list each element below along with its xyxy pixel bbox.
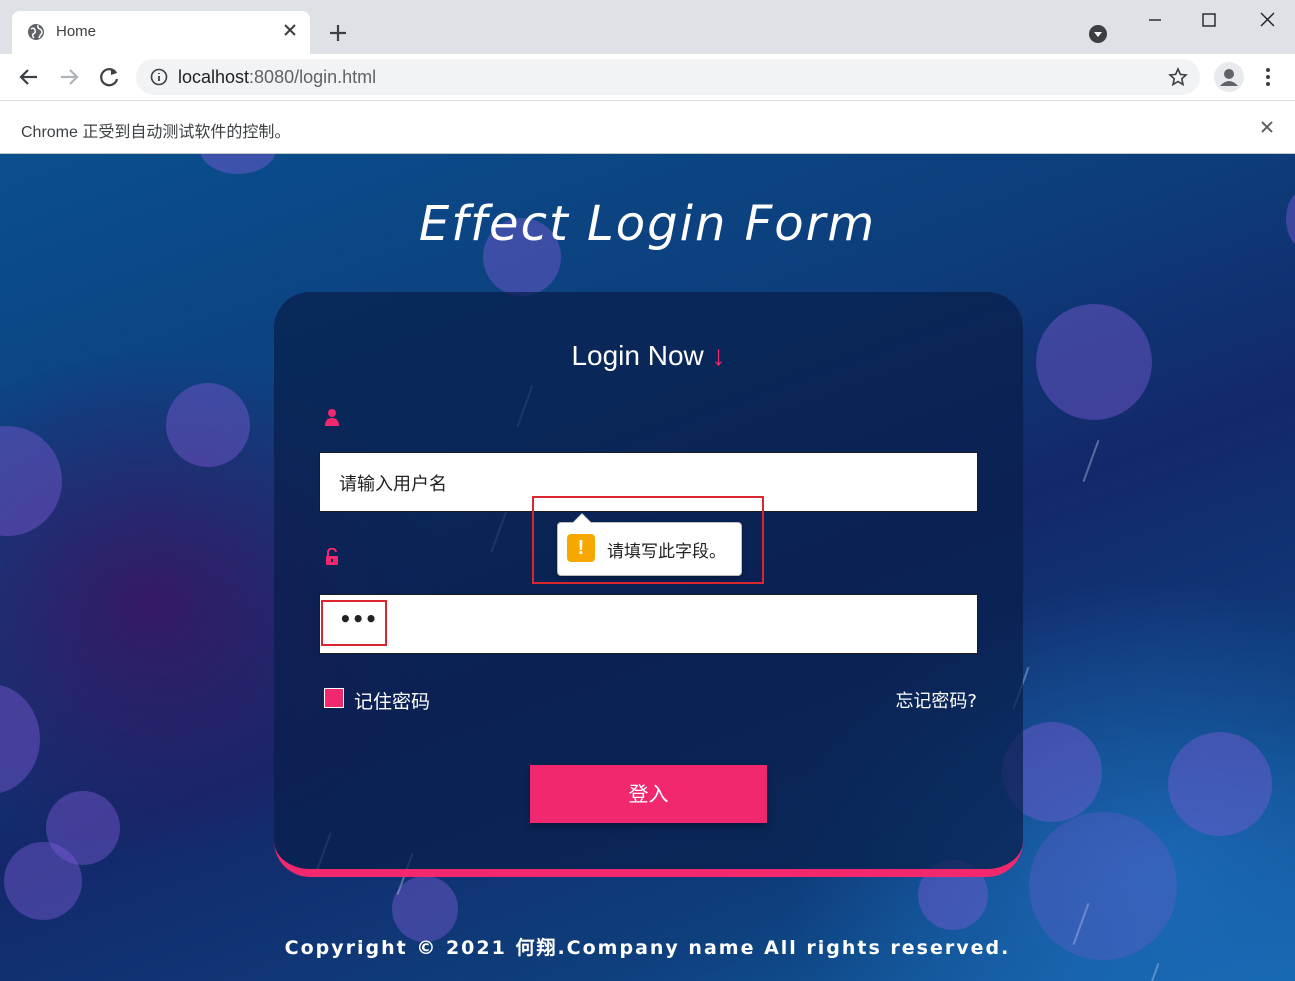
decorative-streak xyxy=(1142,962,1160,981)
address-bar[interactable]: localhost:8080/login.html xyxy=(136,59,1200,95)
browser-tab[interactable]: Home xyxy=(12,11,310,54)
site-info-icon[interactable] xyxy=(150,68,168,86)
browser-toolbar: localhost:8080/login.html xyxy=(0,54,1295,100)
page-title: Effect Login Form xyxy=(418,196,877,252)
decorative-bubble xyxy=(1168,732,1272,836)
close-window-icon[interactable] xyxy=(1252,8,1282,32)
tab-title: Home xyxy=(56,23,97,40)
highlight-box-password xyxy=(321,600,387,646)
card-title: Login Now ↓ xyxy=(274,340,1023,372)
footer-copyright: Copyright © 2021 何翔.Company name All rig… xyxy=(284,937,1011,959)
user-icon xyxy=(325,409,339,426)
close-tab-icon[interactable] xyxy=(282,22,298,38)
bookmark-star-icon[interactable] xyxy=(1168,67,1188,87)
decorative-bubble xyxy=(0,684,40,794)
new-tab-icon[interactable] xyxy=(327,22,349,44)
profile-avatar[interactable] xyxy=(1214,62,1244,92)
forgot-password-link[interactable]: 忘记密码? xyxy=(895,687,977,713)
login-page: Effect Login Form Login Now ↓ 请输入用户名 •••… xyxy=(0,154,1295,981)
remember-checkbox[interactable] xyxy=(324,688,344,708)
username-placeholder: 请输入用户名 xyxy=(339,474,447,495)
url-text: localhost:8080/login.html xyxy=(178,67,376,88)
forward-icon[interactable] xyxy=(56,64,82,90)
unlock-icon xyxy=(326,548,338,565)
url-path: :8080/login.html xyxy=(249,67,377,87)
card-title-text: Login Now xyxy=(571,340,704,371)
url-host: localhost xyxy=(178,67,250,87)
password-input[interactable]: ••• xyxy=(319,594,978,654)
reload-icon[interactable] xyxy=(96,64,122,90)
tab-strip: Home xyxy=(0,0,1295,54)
decorative-bubble xyxy=(1036,304,1152,420)
globe-icon xyxy=(28,24,44,40)
automation-infobar: Chrome 正受到自动测试软件的控制。 xyxy=(0,100,1295,154)
login-card: Login Now ↓ 请输入用户名 ••• ! 请填写此字段。 记住密码 忘记… xyxy=(274,292,1023,877)
decorative-bubble xyxy=(0,426,62,536)
highlight-box-tooltip xyxy=(532,496,764,584)
infobar-message: Chrome 正受到自动测试软件的控制。 xyxy=(21,124,291,141)
minimize-icon[interactable] xyxy=(1140,8,1170,32)
close-infobar-icon[interactable] xyxy=(1259,119,1275,135)
account-icon xyxy=(1220,69,1238,86)
decorative-bubble xyxy=(200,154,276,174)
arrow-down-icon: ↓ xyxy=(711,340,726,371)
menu-kebab-icon[interactable] xyxy=(1258,66,1278,88)
decorative-bubble xyxy=(4,842,82,920)
remember-label: 记住密码 xyxy=(354,691,431,713)
tab-search-icon[interactable] xyxy=(1088,24,1108,44)
maximize-icon[interactable] xyxy=(1194,8,1224,32)
login-button[interactable]: 登入 xyxy=(530,765,767,823)
decorative-streak xyxy=(1082,439,1100,483)
decorative-bubble xyxy=(166,383,250,467)
back-icon[interactable] xyxy=(16,64,42,90)
